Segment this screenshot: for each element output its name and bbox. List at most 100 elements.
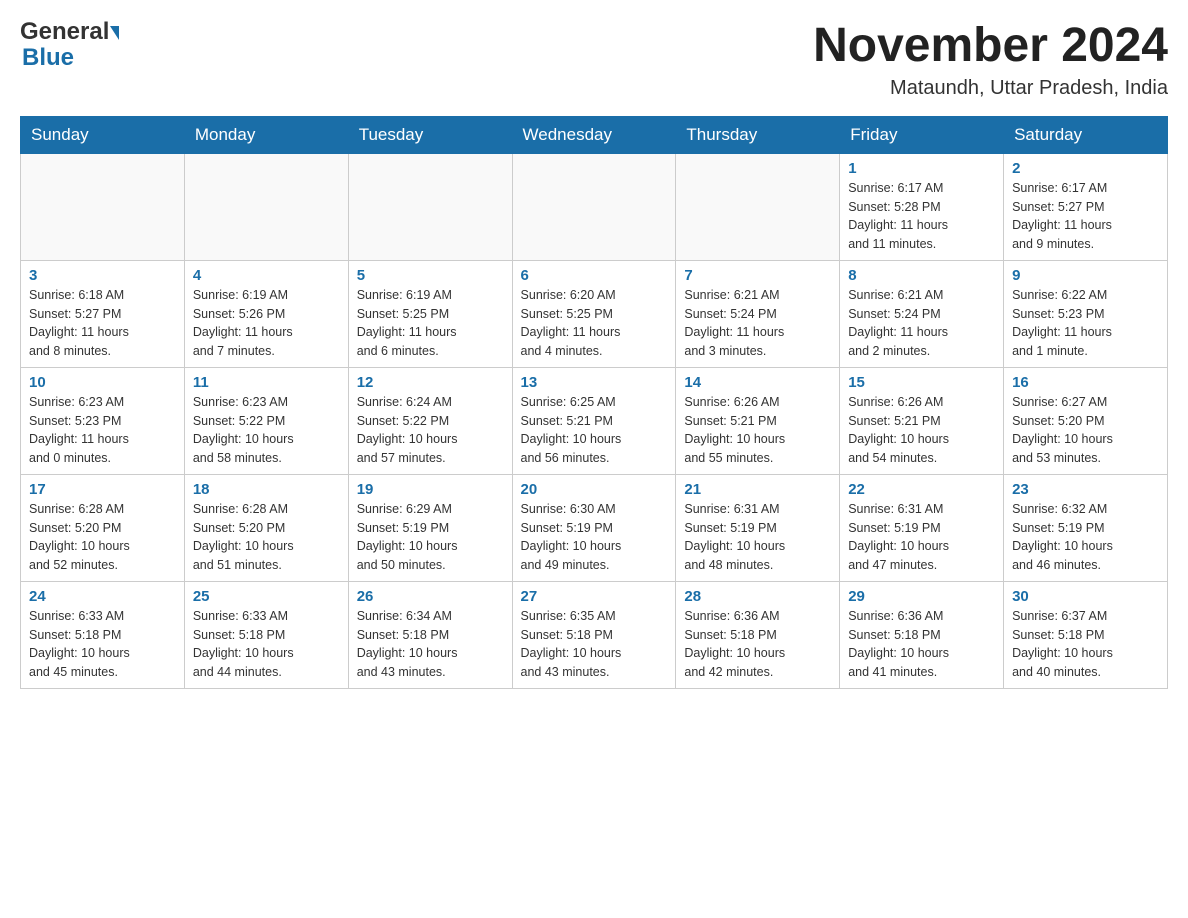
logo-blue-text: Blue: [20, 44, 74, 72]
day-number: 21: [684, 481, 831, 498]
column-header-thursday: Thursday: [676, 116, 840, 153]
calendar-cell: 15 Sunrise: 6:26 AM Sunset: 5:21 PM Dayli…: [840, 367, 1004, 474]
calendar-cell: [21, 153, 185, 260]
title-area: November 2024 Mataundh, Uttar Pradesh, I…: [813, 20, 1168, 100]
day-number: 10: [29, 374, 176, 391]
calendar-cell: 17 Sunrise: 6:28 AM Sunset: 5:20 PM Dayli…: [21, 474, 185, 581]
calendar-cell: 22 Sunrise: 6:31 AM Sunset: 5:19 PM Dayli…: [840, 474, 1004, 581]
day-number: 1: [848, 160, 995, 177]
day-info: Sunrise: 6:20 AM Sunset: 5:25 PM Dayligh…: [521, 286, 668, 361]
day-info: Sunrise: 6:27 AM Sunset: 5:20 PM Dayligh…: [1012, 393, 1159, 468]
column-header-friday: Friday: [840, 116, 1004, 153]
day-number: 26: [357, 588, 504, 605]
calendar-cell: 2Sunrise: 6:17 AM Sunset: 5:27 PM Daylig…: [1004, 153, 1168, 260]
day-info: Sunrise: 6:21 AM Sunset: 5:24 PM Dayligh…: [848, 286, 995, 361]
calendar-week-row: 3 Sunrise: 6:18 AM Sunset: 5:27 PM Daylig…: [21, 260, 1168, 367]
calendar-week-row: 17 Sunrise: 6:28 AM Sunset: 5:20 PM Dayli…: [21, 474, 1168, 581]
calendar-cell: 3 Sunrise: 6:18 AM Sunset: 5:27 PM Daylig…: [21, 260, 185, 367]
day-info: Sunrise: 6:23 AM Sunset: 5:23 PM Dayligh…: [29, 393, 176, 468]
day-number: 22: [848, 481, 995, 498]
day-number: 15: [848, 374, 995, 391]
calendar-cell: [348, 153, 512, 260]
calendar-cell: [676, 153, 840, 260]
calendar-cell: 8 Sunrise: 6:21 AM Sunset: 5:24 PM Daylig…: [840, 260, 1004, 367]
day-number: 24: [29, 588, 176, 605]
calendar-cell: 25 Sunrise: 6:33 AM Sunset: 5:18 PM Dayli…: [184, 581, 348, 688]
day-number: 27: [521, 588, 668, 605]
day-number: 30: [1012, 588, 1159, 605]
calendar-cell: 14 Sunrise: 6:26 AM Sunset: 5:21 PM Dayli…: [676, 367, 840, 474]
calendar-cell: 29 Sunrise: 6:36 AM Sunset: 5:18 PM Dayli…: [840, 581, 1004, 688]
day-number: 14: [684, 374, 831, 391]
location-subtitle: Mataundh, Uttar Pradesh, India: [813, 77, 1168, 100]
day-number: 6: [521, 267, 668, 284]
logo-general-text: General: [20, 20, 109, 44]
day-number: 16: [1012, 374, 1159, 391]
calendar-cell: 21 Sunrise: 6:31 AM Sunset: 5:19 PM Dayli…: [676, 474, 840, 581]
column-header-tuesday: Tuesday: [348, 116, 512, 153]
day-number: 2: [1012, 160, 1159, 177]
day-info: Sunrise: 6:37 AM Sunset: 5:18 PM Dayligh…: [1012, 607, 1159, 682]
logo: General Blue: [20, 20, 119, 72]
day-number: 3: [29, 267, 176, 284]
calendar-header-row: SundayMondayTuesdayWednesdayThursdayFrid…: [21, 116, 1168, 153]
calendar-cell: 13 Sunrise: 6:25 AM Sunset: 5:21 PM Dayli…: [512, 367, 676, 474]
calendar-cell: 24 Sunrise: 6:33 AM Sunset: 5:18 PM Dayli…: [21, 581, 185, 688]
calendar-cell: 12Sunrise: 6:24 AM Sunset: 5:22 PM Dayli…: [348, 367, 512, 474]
day-info: Sunrise: 6:19 AM Sunset: 5:25 PM Dayligh…: [357, 286, 504, 361]
day-number: 5: [357, 267, 504, 284]
day-info: Sunrise: 6:36 AM Sunset: 5:18 PM Dayligh…: [848, 607, 995, 682]
calendar-cell: 28Sunrise: 6:36 AM Sunset: 5:18 PM Dayli…: [676, 581, 840, 688]
calendar-cell: [184, 153, 348, 260]
calendar-table: SundayMondayTuesdayWednesdayThursdayFrid…: [20, 116, 1168, 689]
calendar-week-row: 24 Sunrise: 6:33 AM Sunset: 5:18 PM Dayli…: [21, 581, 1168, 688]
day-number: 17: [29, 481, 176, 498]
calendar-cell: 6 Sunrise: 6:20 AM Sunset: 5:25 PM Daylig…: [512, 260, 676, 367]
day-info: Sunrise: 6:31 AM Sunset: 5:19 PM Dayligh…: [848, 500, 995, 575]
calendar-cell: 18 Sunrise: 6:28 AM Sunset: 5:20 PM Dayli…: [184, 474, 348, 581]
calendar-cell: 19 Sunrise: 6:29 AM Sunset: 5:19 PM Dayli…: [348, 474, 512, 581]
calendar-cell: 26 Sunrise: 6:34 AM Sunset: 5:18 PM Dayli…: [348, 581, 512, 688]
page-header: General Blue November 2024 Mataundh, Utt…: [20, 20, 1168, 100]
day-info: Sunrise: 6:34 AM Sunset: 5:18 PM Dayligh…: [357, 607, 504, 682]
day-info: Sunrise: 6:29 AM Sunset: 5:19 PM Dayligh…: [357, 500, 504, 575]
day-info: Sunrise: 6:19 AM Sunset: 5:26 PM Dayligh…: [193, 286, 340, 361]
day-info: Sunrise: 6:21 AM Sunset: 5:24 PM Dayligh…: [684, 286, 831, 361]
day-info: Sunrise: 6:22 AM Sunset: 5:23 PM Dayligh…: [1012, 286, 1159, 361]
calendar-cell: 16 Sunrise: 6:27 AM Sunset: 5:20 PM Dayli…: [1004, 367, 1168, 474]
day-number: 8: [848, 267, 995, 284]
column-header-sunday: Sunday: [21, 116, 185, 153]
day-info: Sunrise: 6:28 AM Sunset: 5:20 PM Dayligh…: [193, 500, 340, 575]
calendar-cell: 11Sunrise: 6:23 AM Sunset: 5:22 PM Dayli…: [184, 367, 348, 474]
calendar-cell: 7Sunrise: 6:21 AM Sunset: 5:24 PM Daylig…: [676, 260, 840, 367]
day-number: 23: [1012, 481, 1159, 498]
day-number: 25: [193, 588, 340, 605]
calendar-cell: 20 Sunrise: 6:30 AM Sunset: 5:19 PM Dayli…: [512, 474, 676, 581]
day-number: 29: [848, 588, 995, 605]
day-number: 13: [521, 374, 668, 391]
day-info: Sunrise: 6:26 AM Sunset: 5:21 PM Dayligh…: [848, 393, 995, 468]
day-info: Sunrise: 6:18 AM Sunset: 5:27 PM Dayligh…: [29, 286, 176, 361]
day-info: Sunrise: 6:36 AM Sunset: 5:18 PM Dayligh…: [684, 607, 831, 682]
day-number: 18: [193, 481, 340, 498]
column-header-monday: Monday: [184, 116, 348, 153]
day-info: Sunrise: 6:32 AM Sunset: 5:19 PM Dayligh…: [1012, 500, 1159, 575]
day-info: Sunrise: 6:25 AM Sunset: 5:21 PM Dayligh…: [521, 393, 668, 468]
calendar-cell: 10 Sunrise: 6:23 AM Sunset: 5:23 PM Dayli…: [21, 367, 185, 474]
column-header-saturday: Saturday: [1004, 116, 1168, 153]
day-number: 4: [193, 267, 340, 284]
day-info: Sunrise: 6:33 AM Sunset: 5:18 PM Dayligh…: [29, 607, 176, 682]
day-info: Sunrise: 6:30 AM Sunset: 5:19 PM Dayligh…: [521, 500, 668, 575]
calendar-cell: [512, 153, 676, 260]
calendar-cell: 27Sunrise: 6:35 AM Sunset: 5:18 PM Dayli…: [512, 581, 676, 688]
day-info: Sunrise: 6:26 AM Sunset: 5:21 PM Dayligh…: [684, 393, 831, 468]
logo-arrow-icon: [110, 26, 119, 40]
day-number: 11: [193, 374, 340, 391]
day-info: Sunrise: 6:17 AM Sunset: 5:28 PM Dayligh…: [848, 179, 995, 254]
day-number: 19: [357, 481, 504, 498]
day-info: Sunrise: 6:31 AM Sunset: 5:19 PM Dayligh…: [684, 500, 831, 575]
calendar-cell: 1 Sunrise: 6:17 AM Sunset: 5:28 PM Daylig…: [840, 153, 1004, 260]
day-info: Sunrise: 6:28 AM Sunset: 5:20 PM Dayligh…: [29, 500, 176, 575]
day-number: 20: [521, 481, 668, 498]
day-info: Sunrise: 6:33 AM Sunset: 5:18 PM Dayligh…: [193, 607, 340, 682]
